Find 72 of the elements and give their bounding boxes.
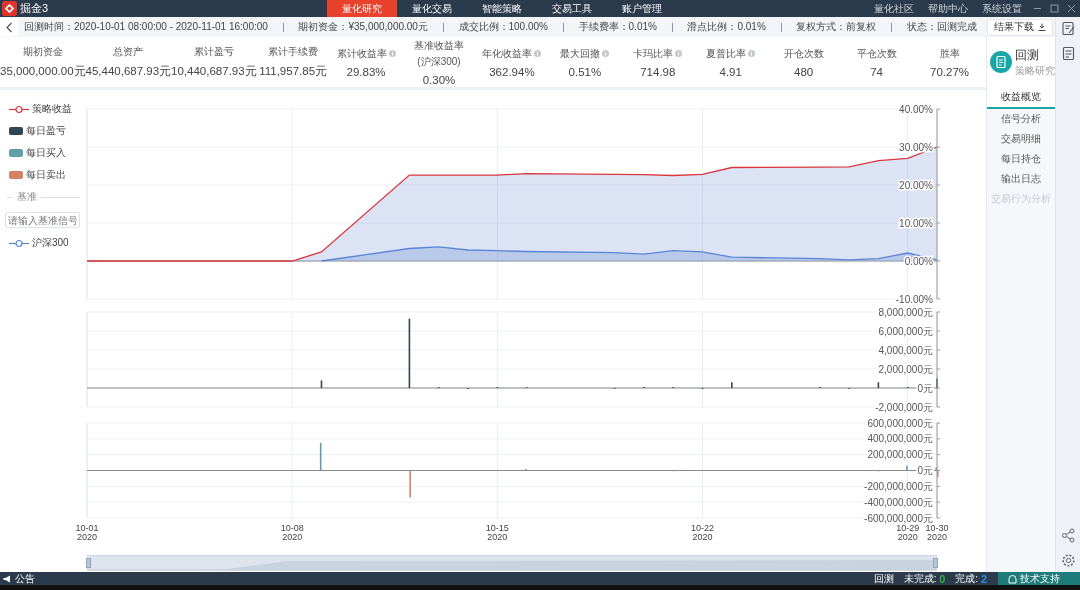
legend-label: 每日买入 xyxy=(26,146,66,160)
stat-value: 4.91 xyxy=(719,65,742,78)
axis-label: 20.00% xyxy=(899,179,933,191)
stat-sublabel: (沪深300) xyxy=(417,54,461,69)
legend-label: 沪深300 xyxy=(32,236,69,250)
axis-label: 2,000,000元 xyxy=(878,363,933,375)
stat-label: 累计盈亏 xyxy=(193,45,234,59)
axis-label: -2,000,000元 xyxy=(875,401,933,413)
stat-label: 年化收益率 xyxy=(482,46,533,61)
axis-label: 10-29 2020 xyxy=(896,523,920,542)
stat-value: 0.51% xyxy=(568,65,602,78)
axis-label: 8,000,000元 xyxy=(878,306,933,318)
stat-value: 362.94% xyxy=(489,65,535,78)
status-label: 未完成: xyxy=(903,571,937,586)
info-text: 成交比例：100.00% xyxy=(458,20,548,34)
stat-value: 70.27% xyxy=(930,65,970,78)
stat-value: 29.83% xyxy=(346,65,386,78)
axis-label: 10-15 2020 xyxy=(485,523,509,542)
axis-label: 10-30 2020 xyxy=(925,523,949,542)
axis-label: 10-08 2020 xyxy=(280,523,304,542)
info-text: 手续费率：0.01% xyxy=(578,20,657,34)
stat-label: 基准收益率 xyxy=(414,38,464,53)
stat-label: 期初资金 xyxy=(22,45,63,59)
stat-label: 累计手续费 xyxy=(268,45,319,59)
stat-value: 111,957.85元 xyxy=(259,64,328,79)
stat-value: 714.98 xyxy=(640,65,676,78)
info-text: 期初资金：¥35,000,000.00元 xyxy=(298,20,428,34)
info-text: 复权方式：前复权 xyxy=(796,20,877,34)
axis-label: -200,000,000元 xyxy=(864,480,933,492)
stat-value: 0.30% xyxy=(422,73,456,86)
status-count: 2 xyxy=(980,572,987,585)
axis-label: 4,000,000元 xyxy=(878,344,933,356)
legend-label: 每日卖出 xyxy=(26,168,66,182)
stat-label: 开仓次数 xyxy=(783,46,824,61)
stat-label: 卡玛比率 xyxy=(633,46,674,61)
axis-label: 10.00% xyxy=(899,217,933,229)
stat-label: 夏普比率 xyxy=(706,46,747,61)
stat-label: 平仓次数 xyxy=(856,46,897,61)
status-count: 0 xyxy=(939,572,946,585)
section-label: 基准 xyxy=(17,190,37,204)
stat-label: 总资产 xyxy=(113,45,144,59)
app-title: 掘金3 xyxy=(20,1,49,16)
stat-label: 累计收益率 xyxy=(336,46,387,61)
axis-label: 6,000,000元 xyxy=(878,325,933,337)
axis-label: -10.00% xyxy=(895,293,933,305)
axis-label: 0元 xyxy=(917,382,933,394)
legend-label: 每日盈亏 xyxy=(26,124,66,138)
stat-value: 480 xyxy=(794,65,814,78)
info-text: 回测时间：2020-10-01 08:00:00 - 2020-11-01 16:00:00 xyxy=(24,20,268,34)
stat-label: 胜率 xyxy=(939,46,960,61)
axis-label: 400,000,000元 xyxy=(867,433,933,445)
stat-value: 10,440,687.93元 xyxy=(171,64,257,79)
axis-label: 200,000,000元 xyxy=(867,449,933,461)
axis-label: -400,000,000元 xyxy=(864,496,933,508)
axis-label: -600,000,000元 xyxy=(864,512,933,524)
axis-label: 40.00% xyxy=(899,103,933,115)
stat-value: 74 xyxy=(870,65,883,78)
panel-subtitle: 策略研究 xyxy=(1015,63,1055,78)
stat-label: 最大回撤 xyxy=(560,46,601,61)
axis-label: 600,000,000元 xyxy=(867,417,933,429)
stat-value: 45,440,687.93元 xyxy=(85,64,172,79)
status-mode: 回测 xyxy=(872,572,895,585)
axis-label: 30.00% xyxy=(899,141,933,153)
status-label: 完成: xyxy=(955,571,979,586)
info-text: 滑点比例：0.01% xyxy=(687,20,766,34)
info-text: 状态：回测完成 xyxy=(906,20,977,34)
axis-label: 0.00% xyxy=(904,255,933,267)
axis-label: 10-22 2020 xyxy=(691,523,715,542)
stat-value: 35,000,000.00元 xyxy=(0,64,86,79)
axis-label: 10-01 2020 xyxy=(75,523,99,542)
panel-title: 回测 xyxy=(1015,46,1040,64)
legend-label: 策略收益 xyxy=(32,102,72,116)
